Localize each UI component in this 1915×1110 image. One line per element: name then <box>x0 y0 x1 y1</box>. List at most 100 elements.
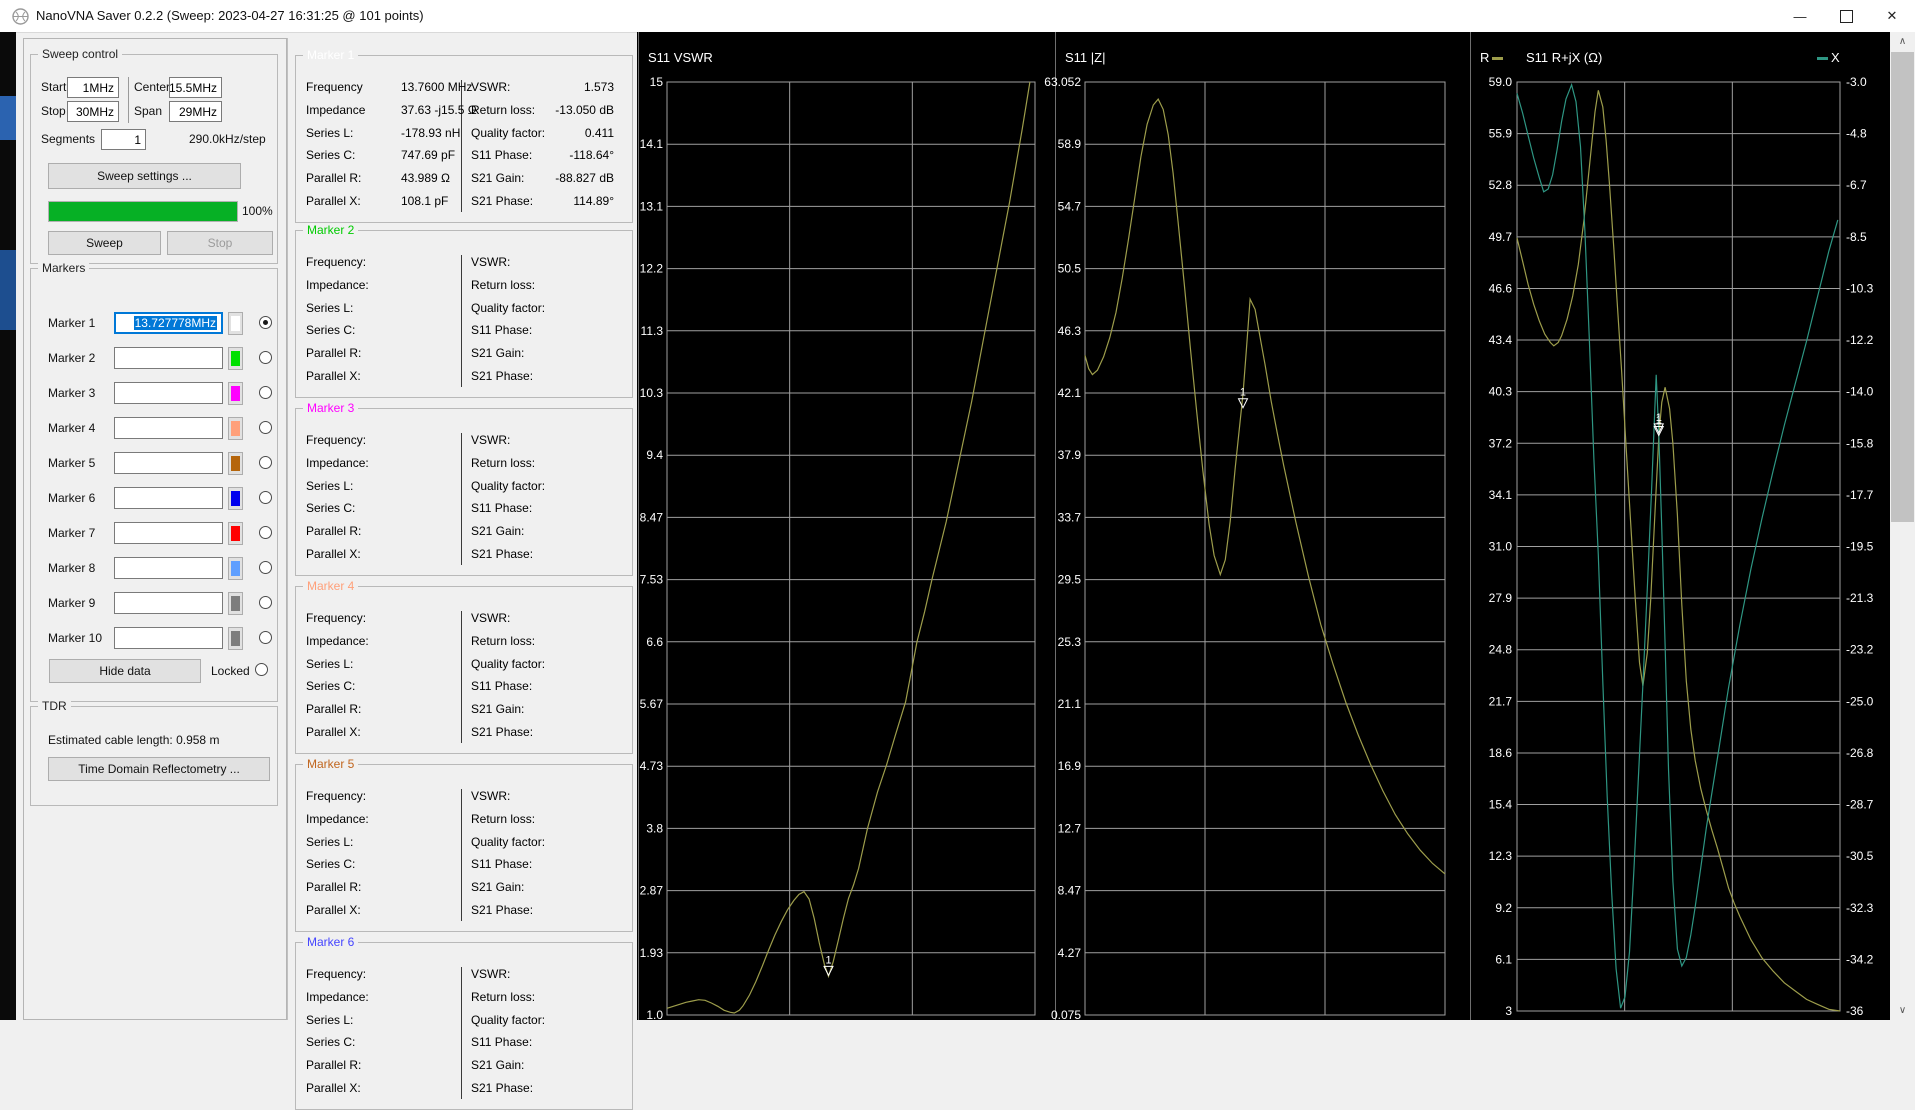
field-label: Frequency: <box>306 967 367 981</box>
field-label: Parallel R: <box>306 880 362 895</box>
marker-color-chip <box>231 421 240 436</box>
tdr-legend: TDR <box>38 699 71 713</box>
y-tick-label: 1.0 <box>646 1008 663 1020</box>
marker-frequency-input[interactable] <box>114 487 223 509</box>
y-tick-label: 55.9 <box>1489 127 1513 141</box>
marker-data-group: Marker 6 Frequency: VSWR: Impedance: Return … <box>295 935 633 1110</box>
y-tick-label: 0.075 <box>1051 1008 1081 1020</box>
marker-color-button[interactable] <box>228 382 243 405</box>
marker-data-row: Parallel R: S21 Gain: <box>296 698 632 721</box>
field-label: VSWR: <box>471 967 511 981</box>
tdr-group: TDR Estimated cable length: 0.958 m Time… <box>30 699 278 806</box>
marker-data-row: Series C: S11 Phase: <box>296 1031 632 1054</box>
y-tick-label: 12.7 <box>1058 821 1082 835</box>
marker-frequency-input[interactable] <box>114 557 223 579</box>
y-tick-label: 2.87 <box>640 884 664 898</box>
marker-color-button[interactable] <box>228 452 243 475</box>
field-label: Return loss: <box>471 455 536 470</box>
marker-data-row: Series L: Quality factor: <box>296 1009 632 1032</box>
y-tick-label: 43.4 <box>1489 333 1513 347</box>
field-label: Series L: <box>306 478 354 493</box>
marker-color-button[interactable] <box>228 312 243 335</box>
field-value: -13.050 dB <box>555 102 614 117</box>
stop-input[interactable]: 30MHz <box>67 101 119 122</box>
maximize-button[interactable] <box>1823 0 1869 32</box>
marker-active-radio[interactable] <box>259 561 272 574</box>
vertical-scrollbar[interactable]: ∧ ∨ <box>1890 32 1915 1020</box>
marker-active-radio[interactable] <box>259 631 272 644</box>
marker-frequency-input[interactable]: 13.727778MHz <box>114 312 223 334</box>
marker-color-button[interactable] <box>228 417 243 440</box>
marker-color-button[interactable] <box>228 487 243 510</box>
scroll-up-button[interactable]: ∧ <box>1890 32 1915 51</box>
sweep-progress-fill <box>49 202 237 221</box>
start-input[interactable]: 1MHz <box>67 77 119 98</box>
y-tick-label-right: -34.2 <box>1846 952 1874 966</box>
marker-active-radio[interactable] <box>259 386 272 399</box>
marker-data-row: Parallel X: S21 Phase: <box>296 721 632 744</box>
marker-frequency-input[interactable] <box>114 627 223 649</box>
marker-color-button[interactable] <box>228 557 243 580</box>
y-tick-label: 63.052 <box>1044 75 1081 89</box>
field-value: 0.411 <box>584 125 614 140</box>
marker-active-radio[interactable] <box>259 596 272 609</box>
field-value: -178.93 nH <box>401 125 461 140</box>
y-tick-label: 12.2 <box>640 262 664 276</box>
field-label: Return loss: <box>471 277 536 292</box>
marker-group-title: Marker 5 <box>303 757 359 771</box>
locked-radio[interactable] <box>255 663 268 676</box>
field-label: Series C: <box>306 857 356 872</box>
field-label: Return loss: <box>471 811 536 826</box>
field-label: Series L: <box>306 656 354 671</box>
marker-active-radio[interactable] <box>259 316 272 329</box>
field-label: S21 Gain: <box>471 1058 525 1073</box>
plot-border <box>1084 81 1446 1016</box>
marker-active-radio[interactable] <box>259 491 272 504</box>
marker-data-row: Series C: 747.69 pF S11 Phase: -118.64° <box>296 144 632 167</box>
y-tick-label: 49.7 <box>1489 230 1513 244</box>
marker-frequency-input[interactable] <box>114 382 223 404</box>
y-tick-label: 1.93 <box>640 946 664 960</box>
marker-active-radio[interactable] <box>259 526 272 539</box>
field-label: Quality factor: <box>471 656 546 671</box>
sweep-settings-button[interactable]: Sweep settings ... <box>48 163 241 189</box>
marker-active-radio[interactable] <box>259 421 272 434</box>
field-label: Series L: <box>306 1012 354 1027</box>
stop-button[interactable]: Stop <box>167 231 273 255</box>
minimize-button[interactable]: — <box>1777 0 1823 32</box>
marker-active-radio[interactable] <box>259 456 272 469</box>
y-tick-label-right: -14.0 <box>1846 385 1874 399</box>
close-button[interactable]: ✕ <box>1869 0 1915 32</box>
marker-color-button[interactable] <box>228 627 243 650</box>
sweep-control-group: Sweep control Start 1MHz Center 15.5MHz … <box>30 47 278 264</box>
span-label: Span <box>134 104 163 118</box>
field-label: S21 Phase: <box>471 1081 534 1095</box>
center-input[interactable]: 15.5MHz <box>169 77 222 98</box>
span-input[interactable]: 29MHz <box>169 101 222 122</box>
field-value: 114.89° <box>573 194 614 208</box>
tdr-button[interactable]: Time Domain Reflectometry ... <box>48 757 270 781</box>
y-tick-label-right: -3.0 <box>1846 75 1867 89</box>
marker-color-button[interactable] <box>228 592 243 615</box>
marker-row-label: Marker 6 <box>48 491 96 505</box>
marker-frequency-input[interactable] <box>114 522 223 544</box>
marker-frequency-input[interactable] <box>114 347 223 369</box>
marker-data-row: Series L: Quality factor: <box>296 475 632 498</box>
marker-color-button[interactable] <box>228 522 243 545</box>
scrollbar-thumb[interactable] <box>1891 52 1914 522</box>
marker-color-button[interactable] <box>228 347 243 370</box>
marker-group-title: Marker 1 <box>303 48 359 62</box>
marker-frequency-input[interactable] <box>114 417 223 439</box>
scroll-down-button[interactable]: ∨ <box>1890 1001 1915 1020</box>
y-tick-label: 54.7 <box>1058 199 1082 213</box>
y-tick-label: 42.1 <box>1058 386 1082 400</box>
y-tick-label-right: -23.2 <box>1846 643 1874 657</box>
sweep-button[interactable]: Sweep <box>48 231 161 255</box>
series-R <box>1516 90 1841 1012</box>
marker-frequency-input[interactable] <box>114 592 223 614</box>
marker-frequency-input[interactable] <box>114 452 223 474</box>
segments-input[interactable]: 1 <box>101 129 146 150</box>
marker-active-radio[interactable] <box>259 351 272 364</box>
hide-data-button[interactable]: Hide data <box>49 659 201 683</box>
field-label: VSWR: <box>471 255 511 269</box>
